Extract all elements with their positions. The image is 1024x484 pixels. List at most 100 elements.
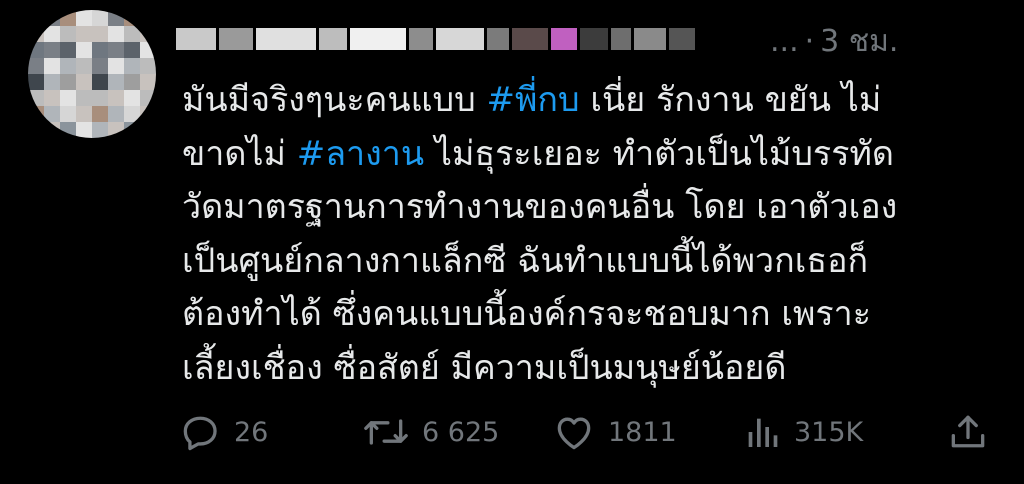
avatar-pixel (140, 90, 156, 106)
tweet-line: เป็นศูนย์กลางกาแล็กซี ฉันทำแบบนี้ได้พวกเ… (182, 235, 982, 289)
repost-button[interactable]: 6 625 (362, 410, 499, 454)
tweet-text-segment: ไม่ธุระเยอะ ทำตัวเป็นไม้บรรทัด (424, 133, 894, 174)
avatar-pixel (124, 42, 140, 58)
like-icon (552, 410, 596, 454)
avatar-pixel (92, 90, 108, 106)
avatar-pixel (108, 122, 124, 138)
avatar-pixel (44, 58, 60, 74)
avatar-pixel (124, 90, 140, 106)
avatar-pixel (92, 42, 108, 58)
avatar-pixel (140, 122, 156, 138)
avatar-pixel (108, 74, 124, 90)
avatar-pixel (124, 26, 140, 42)
avatar-pixel (60, 122, 76, 138)
avatar-pixel (60, 42, 76, 58)
tweet-text-segment: ขาดไม่ (182, 133, 297, 174)
avatar-pixel (108, 26, 124, 42)
hashtag-link[interactable]: #ลางาน (297, 134, 424, 174)
avatar-pixel (140, 10, 156, 26)
like-button[interactable]: 1811 (552, 410, 677, 454)
avatar-pixel (140, 58, 156, 74)
tweet-text-segment: มันมีจริงๆนะคนแบบ (182, 80, 487, 120)
avatar-pixel (44, 122, 60, 138)
tweet-time[interactable]: 3 ชม. (820, 18, 898, 65)
avatar-pixel (60, 10, 76, 26)
avatar-pixel (92, 58, 108, 74)
action-bar: 26 6 625 1811 315K (178, 410, 998, 460)
avatar-pixel (76, 42, 92, 58)
avatar-pixel (76, 10, 92, 26)
avatar-pixel (92, 122, 108, 138)
avatar-pixel (92, 106, 108, 122)
avatar-pixel (76, 26, 92, 42)
avatar-pixel (28, 122, 44, 138)
avatar-pixel (92, 10, 108, 26)
avatar-pixel (108, 10, 124, 26)
avatar-pixel (28, 74, 44, 90)
avatar-pixel (124, 106, 140, 122)
avatar-pixel (76, 58, 92, 74)
reply-icon (178, 410, 222, 454)
like-count: 1811 (608, 416, 677, 448)
avatar-pixel (60, 106, 76, 122)
share-button[interactable] (946, 410, 990, 454)
tweet-text-segment: ต้องทำได้ ซึ่งคนแบบนี้องค์กรจะชอบมาก เพร… (182, 294, 871, 334)
avatar-pixel (76, 122, 92, 138)
reply-count: 26 (234, 416, 269, 448)
share-icon (946, 410, 990, 454)
tweet-text-segment: เป็นศูนย์กลางกาแล็กซี ฉันทำแบบนี้ได้พวกเ… (182, 240, 869, 281)
avatar-pixel (76, 90, 92, 106)
avatar-pixel (92, 74, 108, 90)
avatar-pixel (28, 90, 44, 106)
tweet-line: วัดมาตรฐานการทำงานของคนอื่น โดย เอาตัวเอ… (182, 181, 982, 235)
views-icon (742, 410, 782, 454)
avatar-pixel (76, 106, 92, 122)
tweet-text-segment: เนี่ย รักงาน ขยัน ไม่ (579, 80, 882, 120)
avatar-pixel (140, 42, 156, 58)
avatar-pixel (124, 122, 140, 138)
avatar-pixel (28, 42, 44, 58)
avatar-pixel (108, 42, 124, 58)
meta-separator: · (804, 24, 815, 59)
avatar-pixel (60, 58, 76, 74)
tweet-line: ขาดไม่ #ลางาน ไม่ธุระเยอะ ทำตัวเป็นไม้บร… (182, 128, 982, 182)
avatar-pixel (124, 74, 140, 90)
avatar-pixel (44, 74, 60, 90)
tweet-text-segment: เลี้ยงเชื่อง ซื่อสัตย์ มีความเป็นมนุษย์น… (182, 347, 787, 388)
repost-count: 6 625 (422, 416, 500, 448)
avatar-pixel (92, 26, 108, 42)
avatar-pixel (76, 74, 92, 90)
avatar[interactable] (28, 10, 156, 138)
avatar-pixel (140, 74, 156, 90)
avatar-pixel (44, 10, 60, 26)
tweet-text-segment: วัดมาตรฐานการทำงานของคนอื่น โดย เอาตัวเอ… (182, 187, 898, 227)
author-name-blurred[interactable] (176, 22, 698, 56)
avatar-pixel (108, 58, 124, 74)
tweet-line: เลี้ยงเชื่อง ซื่อสัตย์ มีความเป็นมนุษย์น… (182, 342, 982, 396)
avatar-pixel (28, 106, 44, 122)
avatar-pixel (140, 26, 156, 42)
avatar-pixel (28, 58, 44, 74)
views-button[interactable]: 315K (742, 410, 863, 454)
repost-icon (362, 410, 410, 454)
tweet-line: ต้องทำได้ ซึ่งคนแบบนี้องค์กรจะชอบมาก เพร… (182, 288, 982, 342)
avatar-pixel (124, 10, 140, 26)
avatar-pixel (44, 106, 60, 122)
avatar-pixel (28, 10, 44, 26)
views-count: 315K (794, 416, 864, 448)
tweet-text: มันมีจริงๆนะคนแบบ #พี่กบ เนี่ย รักงาน ขย… (182, 74, 982, 395)
hashtag-link[interactable]: #พี่กบ (487, 80, 580, 120)
avatar-pixel (60, 26, 76, 42)
reply-button[interactable]: 26 (178, 410, 268, 454)
tweet-meta: ... · 3 ชม. (770, 18, 898, 65)
avatar-pixel (28, 26, 44, 42)
avatar-pixel (108, 106, 124, 122)
avatar-pixel (60, 74, 76, 90)
name-ellipsis: ... (770, 24, 799, 59)
avatar-pixel (108, 90, 124, 106)
avatar-pixel (60, 90, 76, 106)
avatar-pixel (124, 58, 140, 74)
avatar-pixel (44, 42, 60, 58)
tweet-line: มันมีจริงๆนะคนแบบ #พี่กบ เนี่ย รักงาน ขย… (182, 74, 982, 128)
avatar-pixel (44, 26, 60, 42)
